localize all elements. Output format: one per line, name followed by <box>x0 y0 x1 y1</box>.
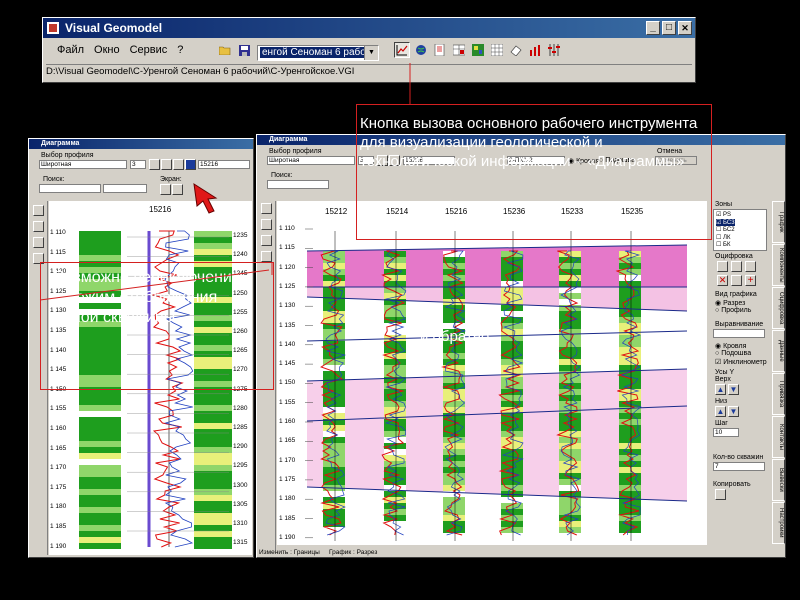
annotation-lines <box>39 63 411 301</box>
pointer-arrow-icon <box>193 182 218 214</box>
